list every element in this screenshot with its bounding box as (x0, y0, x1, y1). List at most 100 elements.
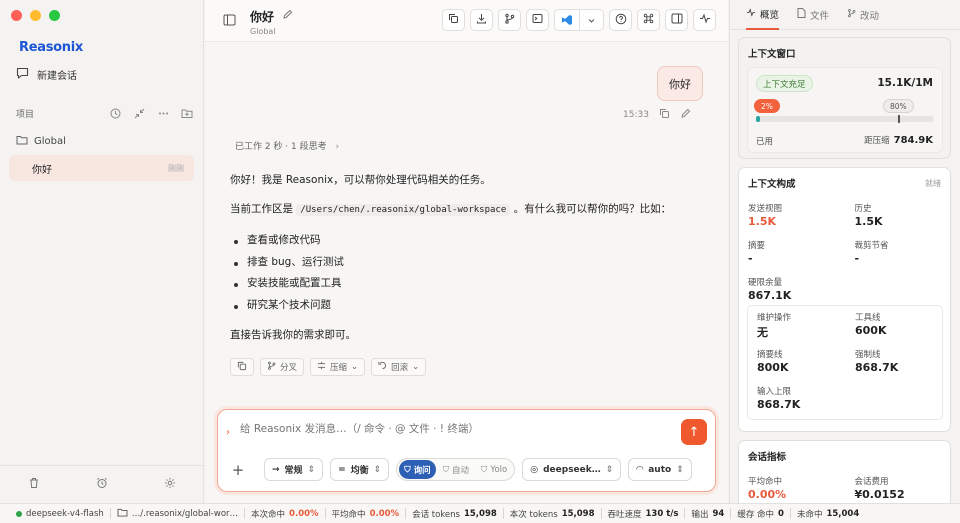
sidebar-chat-item[interactable]: 你好 刚刚 (9, 155, 194, 181)
stat-history: 历史 1.5K (846, 197, 953, 234)
message-composer: › ↑ + →常规⇕ =均衡⇕ ⛉询问 ⛉自动 ⛉Yolo ◎deepseek…… (217, 409, 716, 492)
rewind-button[interactable]: 回滚 ⌄ (371, 358, 427, 376)
status-throughput: 吞吐速度 130 t/s (602, 508, 685, 520)
prompt-caret-icon: › (226, 427, 230, 438)
shield-alert-icon: ⛉ (481, 464, 488, 475)
stat-label: 平均命中 (748, 477, 783, 487)
right-panel: 概览 文件 改动 上下文窗口 上下文充足 15.1K/1M 2% 80% 已用 … (729, 0, 960, 503)
status-cache-hit: 缓存 命中 0 (731, 508, 790, 520)
activity-button[interactable] (693, 9, 716, 31)
copy-button[interactable] (442, 9, 465, 31)
folder-label: Global (34, 136, 66, 147)
minimize-window-button[interactable] (30, 10, 41, 21)
tab-changes[interactable]: 改动 (847, 0, 879, 30)
copy-reply-button[interactable] (230, 358, 254, 376)
branch-button[interactable] (498, 9, 521, 31)
panel-toggle-button[interactable] (665, 9, 688, 31)
git-branch-icon (267, 361, 276, 373)
close-window-button[interactable] (11, 10, 22, 21)
mode-select[interactable]: → 常规 ⇕ (264, 458, 324, 481)
status-label: 平均命中 (331, 509, 366, 520)
tab-overview[interactable]: 概览 (746, 0, 780, 30)
status-workspace[interactable]: …/.reasonix/global-wor… (111, 508, 244, 520)
activity-icon (699, 13, 711, 27)
conversation-title: 你好 (250, 10, 275, 24)
mode-ask-label: 询问 (413, 465, 431, 476)
zoom-window-button[interactable] (49, 10, 60, 21)
chevron-updown-icon: ⇕ (373, 464, 382, 475)
editor-open-dropdown[interactable] (554, 9, 604, 31)
stat-value: 868.7K (757, 398, 801, 411)
git-branch-icon (847, 8, 856, 21)
edit-message-icon[interactable] (680, 108, 691, 122)
collapse-icon[interactable] (132, 106, 146, 120)
status-session-tokens: 会话 tokens 15,098 (406, 508, 503, 520)
balance-select[interactable]: = 均衡 ⇕ (330, 458, 390, 481)
status-value: 15,098 (561, 508, 595, 519)
context-window-title: 上下文窗口 (748, 49, 796, 60)
permission-mode-group: ⛉ 询问 ⛉ 自动 ⛉ Yolo (396, 458, 516, 481)
header-toolbar (442, 9, 716, 31)
thinking-summary[interactable]: 已工作 2 秒 · 1 段思考 › (235, 139, 339, 152)
alarm-icon[interactable] (96, 477, 108, 492)
history-icon[interactable] (108, 106, 122, 120)
chat-item-title: 你好 (32, 164, 52, 176)
attach-plus-icon[interactable]: + (228, 461, 248, 479)
settings-gear-icon[interactable] (164, 477, 176, 492)
branch-label: 分叉 (280, 363, 298, 373)
status-model[interactable]: deepseek-v4-flash (10, 509, 110, 519)
stat-input-limit: 输入上限 868.7K (748, 380, 846, 417)
terminal-button[interactable] (526, 9, 549, 31)
stat-value: 800K (757, 361, 789, 374)
branch-reply-button[interactable]: 分叉 (260, 358, 305, 376)
stat-avg-hit: 平均命中 0.00% (739, 470, 846, 507)
compress-button[interactable]: 压缩 ⌄ (310, 358, 366, 376)
tab-changes-label: 改动 (860, 10, 880, 22)
status-model-name: deepseek-v4-flash (26, 508, 104, 519)
status-output: 输出 94 (685, 508, 730, 520)
status-avg-hit: 平均命中 0.00% (326, 508, 406, 520)
globe-icon: ◎ (530, 464, 539, 475)
status-label: 本次 tokens (509, 509, 558, 520)
mode-ask-button[interactable]: ⛉ 询问 (399, 460, 436, 479)
reply-outro: 直接告诉我你的需求即可。 (230, 329, 356, 341)
mode-yolo-button[interactable]: ⛉ Yolo (476, 460, 512, 479)
tab-files[interactable]: 文件 (797, 0, 829, 30)
stat-value: 868.7K (855, 361, 899, 374)
message-time: 15:33 (623, 110, 649, 120)
copy-icon (448, 13, 459, 27)
new-chat-button[interactable]: 新建会话 (16, 67, 77, 82)
sidebar-toggle-icon[interactable] (223, 14, 236, 29)
stat-tool-line: 工具线 600K (846, 306, 944, 343)
export-button[interactable] (470, 9, 493, 31)
stat-value: ¥0.0152 (854, 488, 905, 501)
stat-label: 发送视图 (748, 204, 783, 214)
copy-message-icon[interactable] (659, 108, 670, 122)
stat-sent-view: 发送视图 1.5K (739, 197, 846, 234)
conversation-project: Global (250, 27, 276, 36)
tab-files-label: 文件 (810, 10, 830, 22)
reply-actions: 分叉 压缩 ⌄ 回滚 ⌄ (230, 358, 427, 376)
status-label: 吞吐速度 (607, 509, 642, 520)
git-branch-icon (504, 13, 515, 27)
effort-select[interactable]: ◠ auto ⇕ (628, 458, 692, 481)
mode-auto-button[interactable]: ⛉ 自动 (438, 460, 474, 479)
command-button[interactable] (637, 9, 660, 31)
stat-label: 工具线 (855, 313, 881, 323)
context-progress-fill (756, 116, 760, 122)
trash-icon[interactable] (28, 477, 40, 492)
equals-icon: = (338, 464, 346, 475)
chat-bubble-icon (16, 67, 29, 82)
message-input[interactable] (240, 423, 670, 435)
reply-list: 查看或修改代码 排查 bug、运行测试 安装技能或配置工具 研究某个技术问题 (230, 234, 344, 321)
add-folder-icon[interactable] (180, 106, 194, 120)
help-button[interactable] (609, 9, 632, 31)
list-item: 研究某个技术问题 (230, 299, 344, 321)
more-icon[interactable] (156, 106, 170, 120)
edit-title-icon[interactable] (282, 9, 293, 23)
send-button[interactable]: ↑ (681, 419, 707, 445)
status-label: 未命中 (796, 509, 823, 520)
model-select[interactable]: ◎ deepseek… ⇕ (522, 458, 622, 481)
arrow-up-icon: ↑ (688, 424, 700, 440)
project-folder-global[interactable]: Global (16, 135, 66, 148)
